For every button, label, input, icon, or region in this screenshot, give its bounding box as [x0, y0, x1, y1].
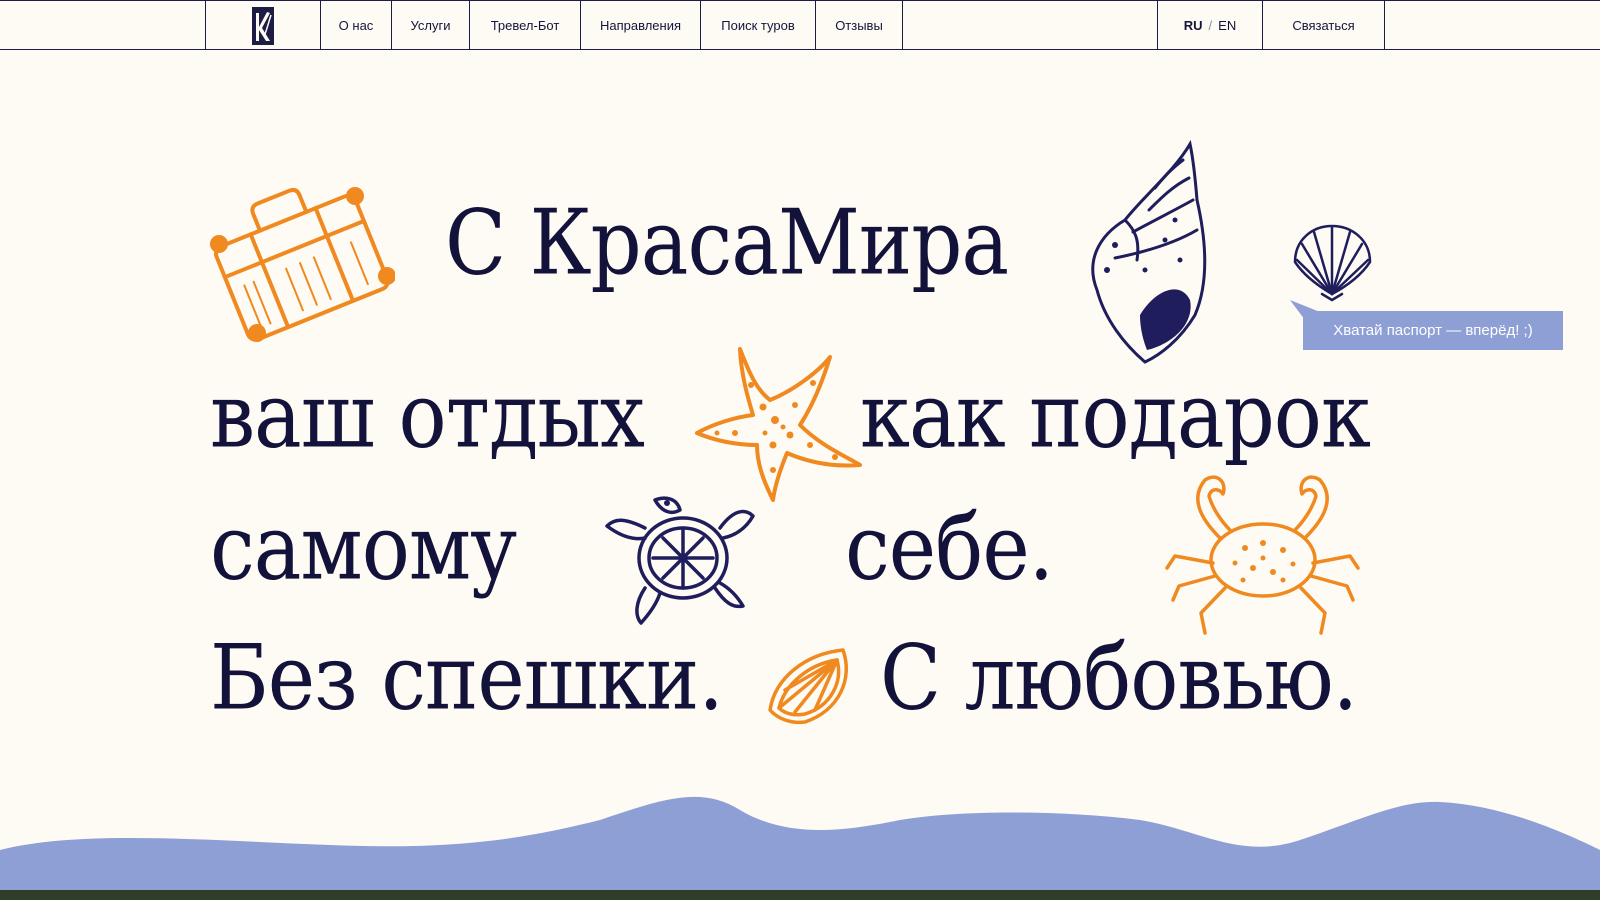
top-navigation: О нас Услуги Тревел-Бот Направления Поис…	[0, 0, 1600, 50]
nav-item-tour-search[interactable]: Поиск туров	[700, 1, 815, 50]
hero-line-1: С КрасаМира	[445, 190, 1009, 295]
nav-item-reviews[interactable]: Отзывы	[815, 1, 903, 50]
lang-ru-link[interactable]: RU	[1184, 18, 1203, 33]
logo-link[interactable]	[205, 1, 321, 50]
conch-shell-icon	[1091, 140, 1207, 364]
nav-label: Направления	[599, 18, 682, 33]
nav-label: Тревел-Бот	[490, 18, 560, 33]
logo-icon	[252, 6, 274, 45]
crab-icon	[1165, 475, 1360, 635]
nav-item-destinations[interactable]: Направления	[580, 1, 700, 50]
nav-label: О нас	[338, 18, 374, 33]
lang-en-link[interactable]: EN	[1218, 18, 1236, 33]
nav-label: Отзывы	[835, 18, 883, 33]
hero-line-3b: себе.	[845, 495, 1054, 600]
nav-item-services[interactable]: Услуги	[391, 1, 469, 50]
scallop-shell-icon	[1293, 224, 1372, 302]
contact-label: Связаться	[1292, 18, 1355, 33]
tooltip-bubble: Хватай паспорт — вперёд! ;)	[1303, 311, 1563, 350]
nav-item-travel-bot[interactable]: Тревел-Бот	[469, 1, 580, 50]
starfish-icon	[695, 347, 862, 502]
language-switcher: RU / EN	[1157, 1, 1262, 50]
hero-line-2b: как подарок	[860, 363, 1371, 468]
orange-slice-icon	[768, 648, 848, 725]
hero-line-2a: ваш отдых	[210, 363, 645, 468]
tooltip-text: Хватай паспорт — вперёд! ;)	[1333, 322, 1533, 339]
hero-line-3a: самому	[210, 495, 517, 600]
nav-label: Поиск туров	[721, 18, 795, 33]
turtle-icon	[605, 496, 755, 625]
lang-separator: /	[1208, 18, 1213, 33]
contact-button[interactable]: Связаться	[1262, 1, 1385, 50]
nav-item-about[interactable]: О нас	[321, 1, 391, 50]
hero-line-4a: Без спешки.	[210, 625, 724, 730]
decorative-waves	[0, 796, 1600, 900]
nav-label: Услуги	[410, 18, 451, 33]
suitcase-icon	[210, 187, 395, 342]
